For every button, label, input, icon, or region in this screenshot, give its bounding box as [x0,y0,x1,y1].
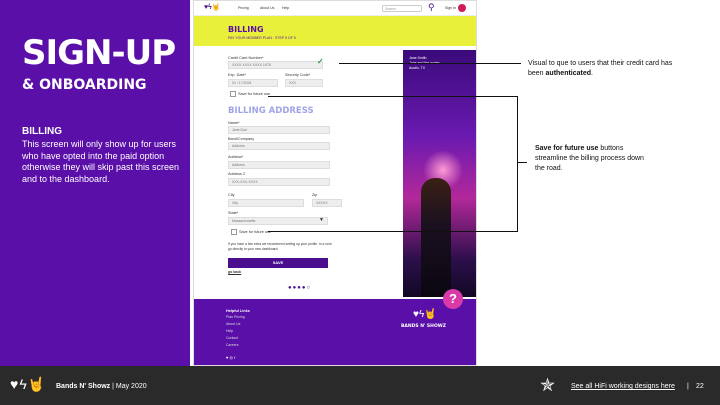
annotation-line-auth [339,63,521,64]
nav-pricing[interactable]: Pricing [238,6,249,10]
footer-brand-name: BANDS N' SHOWZ [401,324,446,329]
left-panel: SIGN-UP & ONBOARDING BILLING This screen… [0,0,190,366]
profile-note: If you have a few extra we recommend set… [228,242,332,251]
photo-caption-location: Austin, TX [409,66,426,70]
search-input[interactable]: Search [382,5,422,12]
singer-figure [421,178,451,297]
security-code-label: Security Code* [285,73,311,77]
billing-mockup: ♥ϟ🤘 Pricing About Us Help Search ⚲ Sign … [193,0,477,366]
card-number-label: Credit Card Number* [228,56,264,60]
billing-title: BILLING [228,25,264,34]
annotation-line-save-top [268,96,517,97]
footer-link-contact[interactable]: Contact [226,336,238,340]
zip-field[interactable]: XXXXX [312,199,342,207]
footer-heading: Helpful Links [226,309,250,313]
state-label: State* [228,211,239,215]
help-bubble-button[interactable]: ? [443,289,463,309]
hifi-designs-link[interactable]: See all HiFi working designs here [571,383,675,390]
concert-photo: Jane Smith Jane and the nodes Austin, TX [403,50,476,297]
state-select[interactable]: Massachusetts [228,217,328,225]
slide-subtitle: & ONBOARDING [22,77,147,93]
address-field[interactable]: Address [228,161,330,169]
go-back-link[interactable]: go back [228,270,241,274]
exp-date-field[interactable]: 01 / 17/2024 [228,79,278,87]
address2-field[interactable]: XXX-XXX-XXXX [228,178,330,186]
city-field[interactable]: City [228,199,304,207]
band-label: Band/Company [228,137,255,141]
address2-label: Address 2 [228,172,246,176]
footer-link-help[interactable]: Help [226,329,233,333]
slide-title: SIGN-UP [22,33,176,73]
security-code-field[interactable]: XXX [285,79,323,87]
section-body: This screen will only show up for users … [22,139,180,184]
brand-line: Bands N' Showz | May 2020 [56,383,147,390]
save-future-checkbox-2[interactable]: Save for future use [231,229,271,235]
city-label: City [228,193,235,197]
mock-footer: Helpful Links Plan Pricing About Us Help… [194,299,476,365]
exp-date-label: Exp. Date* [228,73,247,77]
social-icons[interactable]: ♥ ◎ f [226,355,235,360]
nav-help[interactable]: Help [282,6,289,10]
nav-about[interactable]: About Us [260,6,274,10]
brand-logo-icon[interactable]: ♥ϟ🤘 [204,3,221,11]
slide-footer: ♥ϟ🤘 Bands N' Showz | May 2020 ✯ See all … [0,366,720,405]
annotation-auth: Visual to que to users that their credit… [528,60,673,77]
annotation-line-save-pointer [517,162,527,163]
footer-link-about[interactable]: About Us [226,322,240,326]
save-future-checkbox-1[interactable]: Save for future use [230,91,270,97]
save-button[interactable]: SAVE [228,258,328,268]
band-field[interactable]: Address [228,142,330,150]
footer-logo-icon: ♥ϟ🤘 [413,309,437,320]
step-indicator: ●●●●○ [288,285,312,291]
zip-label: Zip [312,193,318,197]
address-label: Address* [228,155,244,159]
name-field[interactable]: Jane Doe [228,126,330,134]
annotation-save: Save for future use buttons streamline t… [535,145,644,172]
page-number: 22 [696,383,704,390]
name-label: Name* [228,121,240,125]
footer-link-careers[interactable]: Careers [226,343,238,347]
mock-navbar: ♥ϟ🤘 Pricing About Us Help Search ⚲ Sign … [194,1,476,16]
footer-link-pricing[interactable]: Plan Pricing [226,315,245,319]
annotation-line-save-bottom [268,231,518,232]
checkmark-icon: ✓ [317,57,324,66]
star-icon: ✯ [540,375,556,395]
footer-separator: | [687,383,689,390]
section-heading: BILLING [22,126,62,137]
billing-header: BILLING PAY YOUR MEMBER PLAN · STEP 5 OF… [194,16,476,46]
photo-caption-name: Jane Smith [409,56,427,60]
billing-subtitle: PAY YOUR MEMBER PLAN · STEP 5 OF 5 [228,36,296,40]
billing-address-title: BILLING ADDRESS [228,106,314,116]
chevron-down-icon[interactable]: ▼ [319,217,324,223]
annotation-bracket [517,96,518,231]
search-icon[interactable]: ⚲ [428,2,435,13]
card-number-field[interactable]: XXXX XXXX XXXX 1678 [228,61,323,69]
brand-logo-icon: ♥ϟ🤘 [10,376,47,392]
sign-in-link[interactable]: Sign In [445,6,456,10]
avatar[interactable] [458,4,466,12]
